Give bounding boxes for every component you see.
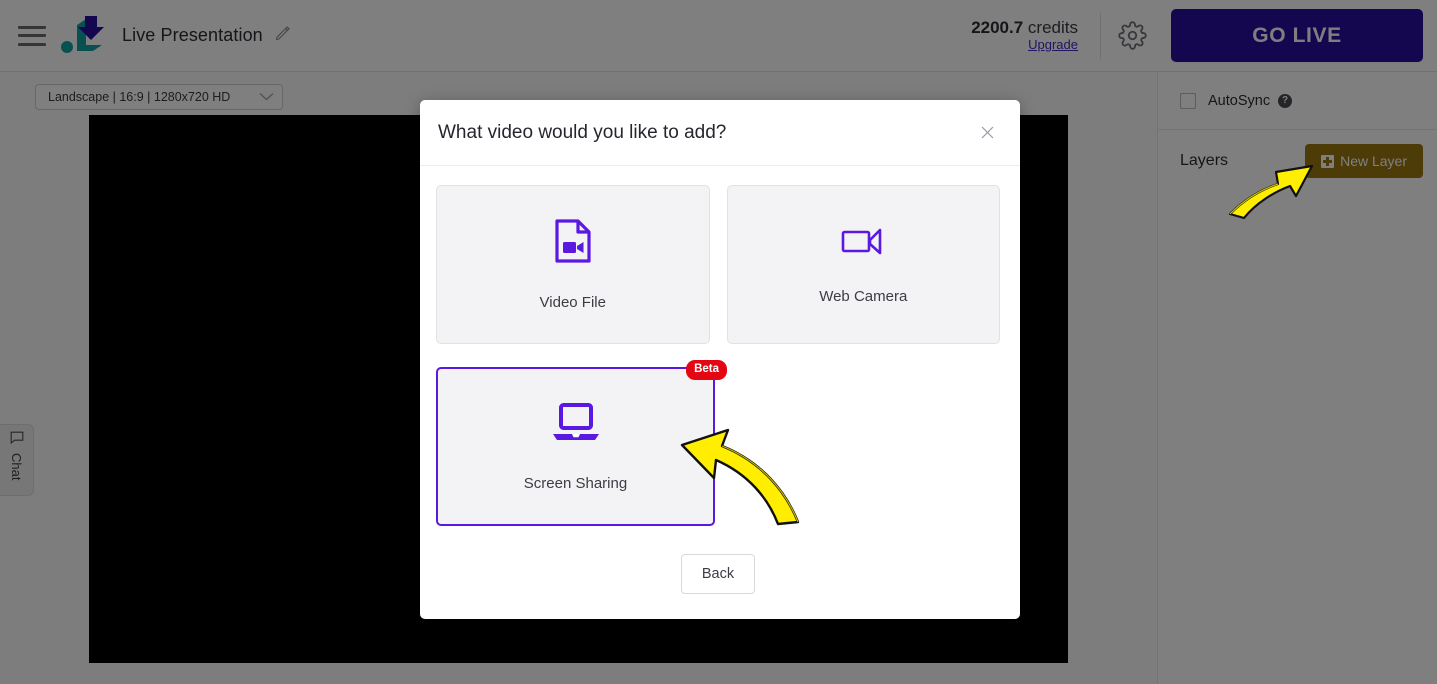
option-label: Video File [539, 293, 606, 311]
back-button[interactable]: Back [681, 554, 755, 594]
close-icon[interactable] [974, 120, 1000, 146]
video-file-icon [554, 218, 592, 268]
screen-sharing-icon [551, 402, 601, 449]
option-video-file[interactable]: Video File [436, 185, 710, 344]
video-source-options: Video File Web Camera [436, 185, 1000, 344]
modal-footer: Back [436, 554, 1000, 594]
option-label: Web Camera [819, 287, 908, 305]
add-video-modal: What video would you like to add? Video … [420, 100, 1020, 619]
modal-body: Video File Web Camera Beta Screen Sharin… [420, 166, 1020, 594]
video-source-options-row2: Beta Screen Sharing [436, 360, 1000, 526]
option-label: Screen Sharing [523, 474, 628, 492]
beta-badge: Beta [686, 360, 727, 380]
web-camera-icon [841, 225, 885, 262]
option-screen-sharing[interactable]: Beta Screen Sharing [436, 360, 727, 526]
app-root: Live Presentation 2200.7 credits Upgrade [0, 0, 1437, 684]
modal-title: What video would you like to add? [438, 121, 727, 143]
option-web-camera[interactable]: Web Camera [726, 185, 1000, 344]
modal-header: What video would you like to add? [420, 100, 1020, 166]
